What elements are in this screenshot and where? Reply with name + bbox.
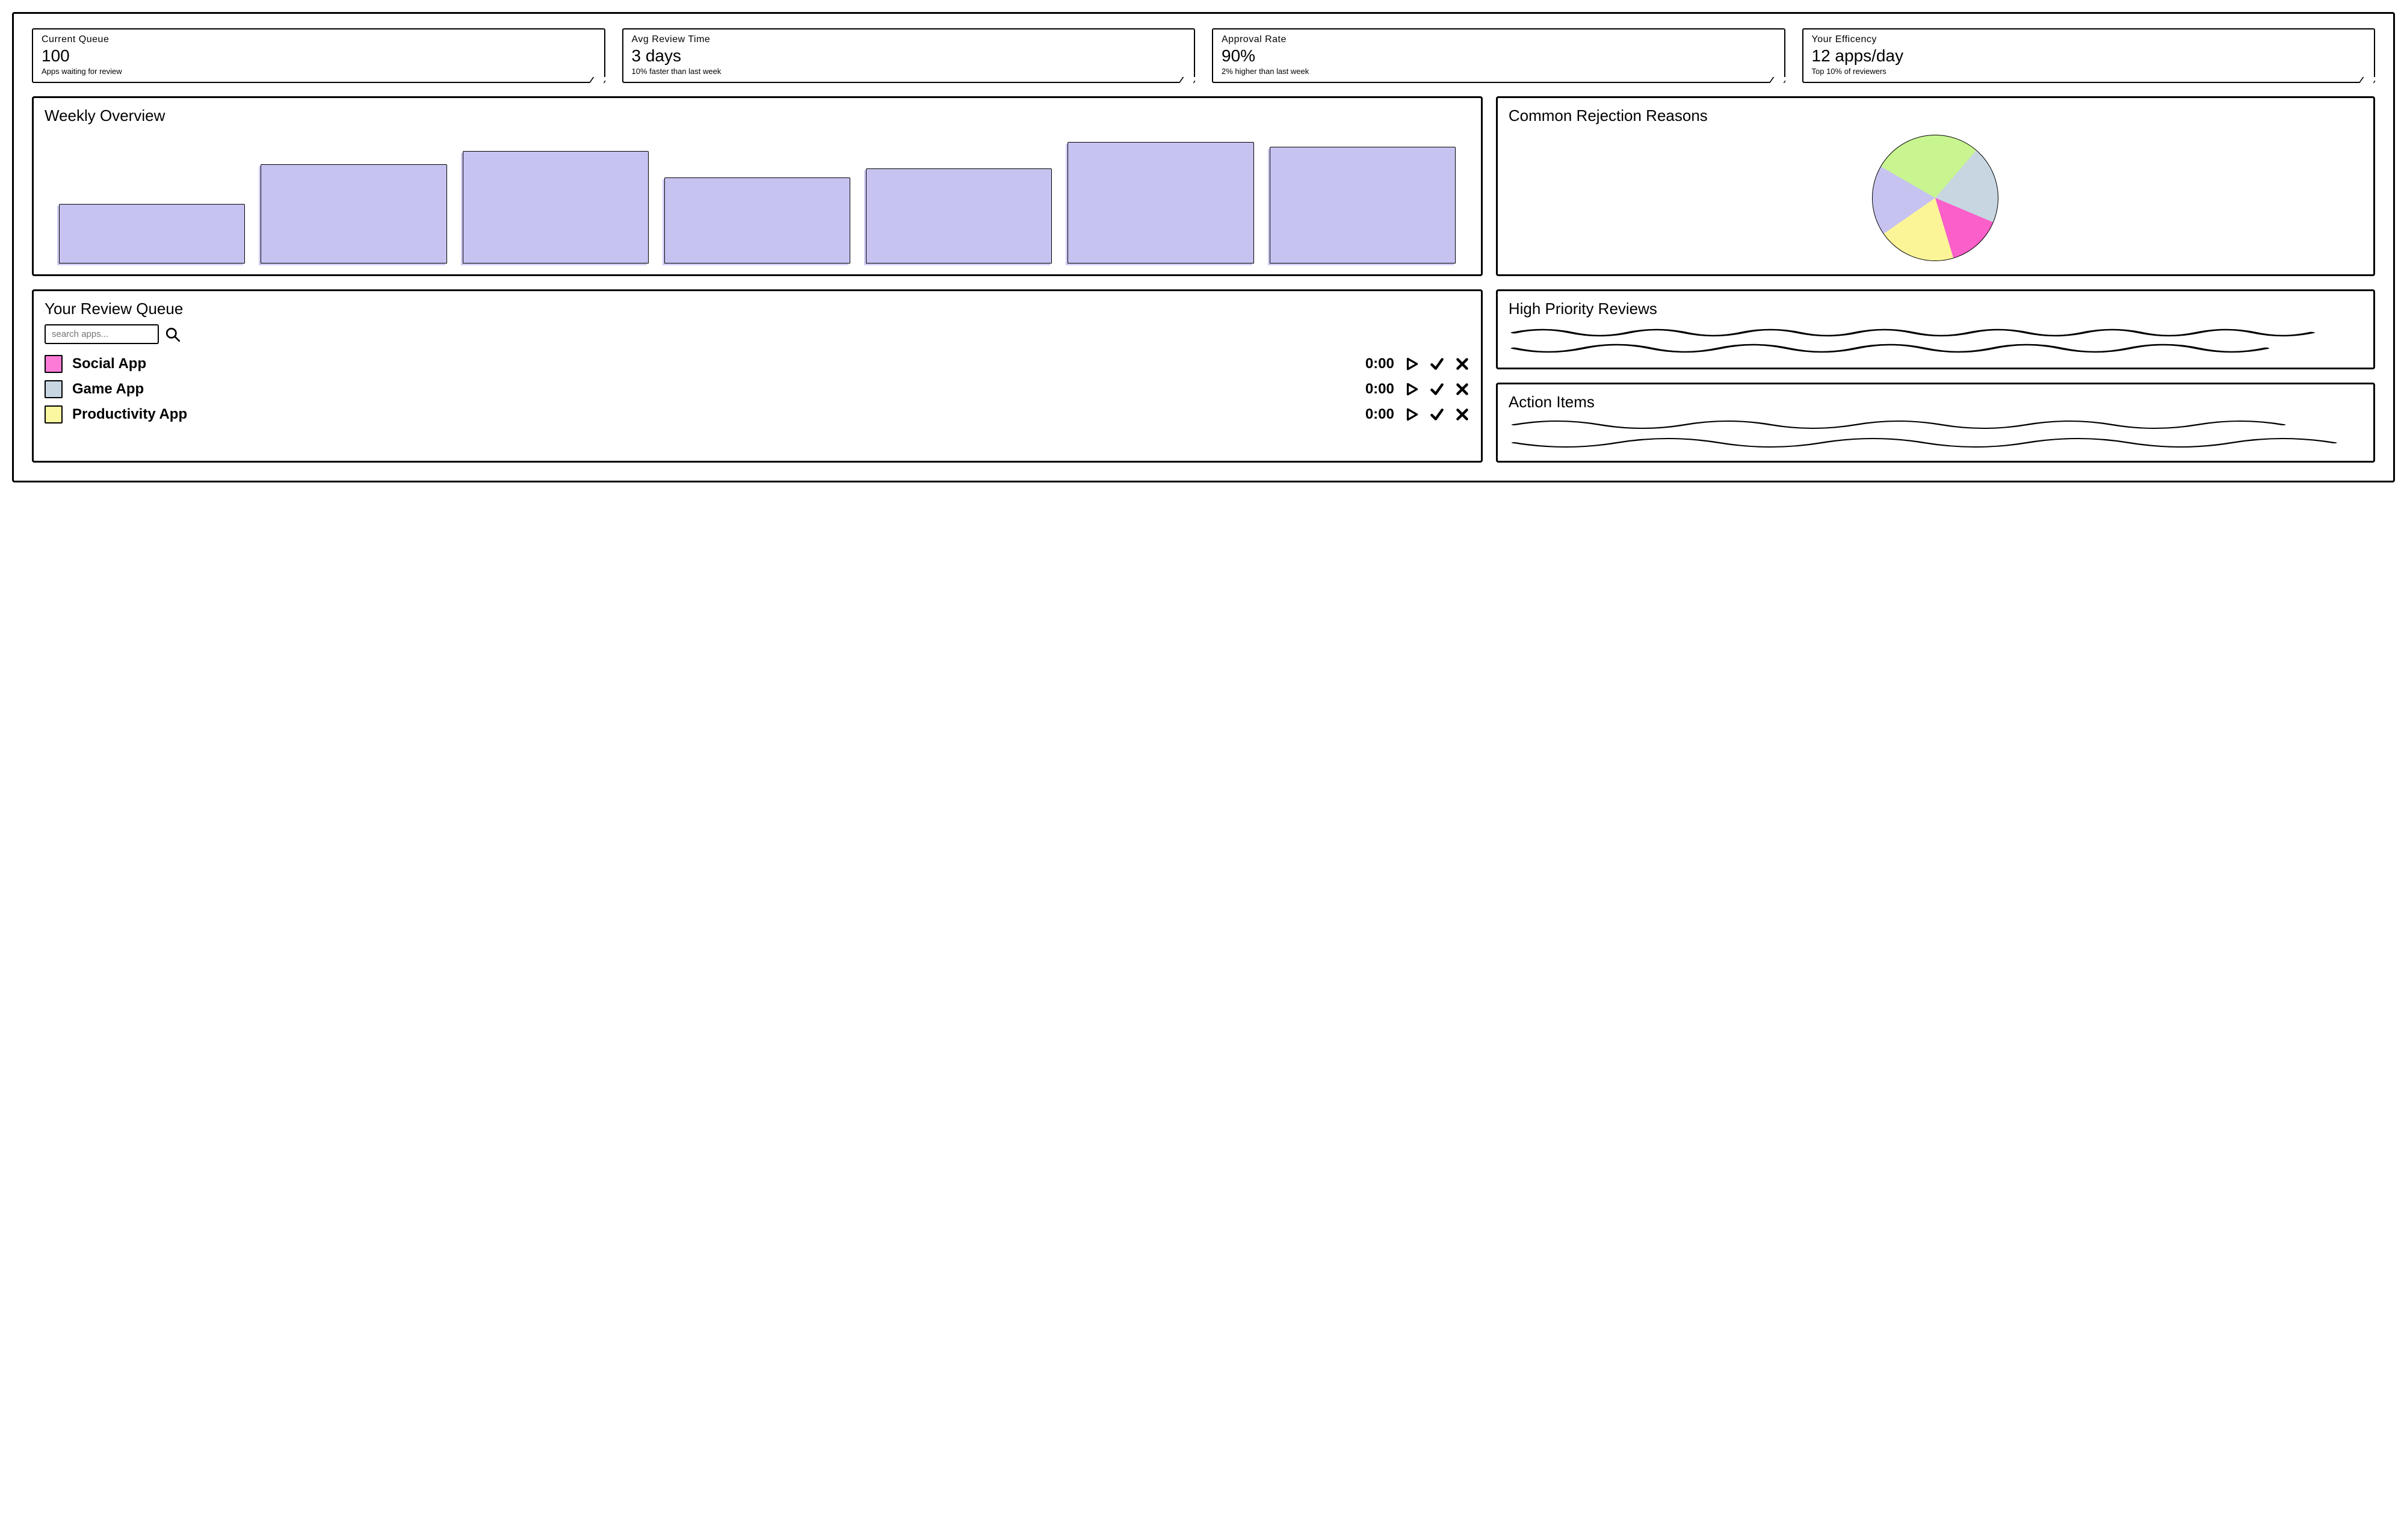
approve-icon[interactable] bbox=[1429, 407, 1445, 422]
card-title: Your Review Queue bbox=[45, 300, 1470, 318]
queue-row: Game App 0:00 bbox=[45, 380, 1470, 398]
bar bbox=[59, 131, 245, 263]
category-swatch bbox=[45, 355, 63, 373]
stat-title: Avg Review Time bbox=[632, 34, 1186, 45]
bar bbox=[664, 131, 850, 263]
bar bbox=[1270, 131, 1456, 263]
bar bbox=[261, 131, 446, 263]
queue-row: Productivity App 0:00 bbox=[45, 405, 1470, 424]
rejection-pie-chart bbox=[1872, 135, 1998, 261]
search-icon[interactable] bbox=[165, 327, 181, 342]
placeholder-line bbox=[1509, 436, 2362, 450]
card-title: High Priority Reviews bbox=[1509, 300, 2362, 318]
reject-icon[interactable] bbox=[1454, 381, 1470, 397]
stat-title: Your Efficency bbox=[1812, 34, 2366, 45]
queue-item-name: Social App bbox=[72, 356, 1343, 372]
queue-item-timer: 0:00 bbox=[1352, 381, 1394, 398]
card-title: Common Rejection Reasons bbox=[1509, 106, 2362, 125]
stat-subtext: 2% higher than last week bbox=[1222, 67, 1776, 76]
card-title: Action Items bbox=[1509, 393, 2362, 411]
stat-title: Current Queue bbox=[42, 34, 596, 45]
stat-card-efficiency: Your Efficency 12 apps/day Top 10% of re… bbox=[1802, 28, 2376, 83]
play-icon[interactable] bbox=[1404, 381, 1420, 397]
category-swatch bbox=[45, 380, 63, 398]
category-swatch bbox=[45, 405, 63, 424]
reject-icon[interactable] bbox=[1454, 356, 1470, 372]
approve-icon[interactable] bbox=[1429, 356, 1445, 372]
stat-subtext: Apps waiting for review bbox=[42, 67, 596, 76]
stat-value: 90% bbox=[1222, 46, 1776, 66]
stat-value: 100 bbox=[42, 46, 596, 66]
weekly-overview-card: Weekly Overview bbox=[32, 96, 1483, 276]
stat-card-queue: Current Queue 100 Apps waiting for revie… bbox=[32, 28, 605, 83]
stat-card-approval-rate: Approval Rate 90% 2% higher than last we… bbox=[1212, 28, 1785, 83]
queue-list: Social App 0:00 Game App 0:00 bbox=[45, 355, 1470, 424]
queue-item-timer: 0:00 bbox=[1352, 406, 1394, 423]
bar bbox=[463, 131, 649, 263]
stat-subtext: 10% faster than last week bbox=[632, 67, 1186, 76]
high-priority-card: High Priority Reviews bbox=[1496, 289, 2375, 369]
action-items-card: Action Items bbox=[1496, 383, 2375, 463]
stat-subtext: Top 10% of reviewers bbox=[1812, 67, 2366, 76]
queue-row: Social App 0:00 bbox=[45, 355, 1470, 373]
weekly-bar-chart bbox=[45, 131, 1470, 263]
reject-icon[interactable] bbox=[1454, 407, 1470, 422]
stat-value: 3 days bbox=[632, 46, 1186, 66]
placeholder-line bbox=[1509, 417, 2362, 432]
rejection-reasons-card: Common Rejection Reasons bbox=[1496, 96, 2375, 276]
bar bbox=[1068, 131, 1253, 263]
queue-item-name: Productivity App bbox=[72, 406, 1343, 423]
review-queue-card: Your Review Queue Social App 0:00 bbox=[32, 289, 1483, 463]
approve-icon[interactable] bbox=[1429, 381, 1445, 397]
placeholder-line bbox=[1509, 324, 2362, 339]
queue-item-name: Game App bbox=[72, 381, 1343, 398]
placeholder-line bbox=[1509, 342, 2362, 357]
queue-item-timer: 0:00 bbox=[1352, 356, 1394, 372]
bar bbox=[866, 131, 1052, 263]
play-icon[interactable] bbox=[1404, 407, 1420, 422]
stats-row: Current Queue 100 Apps waiting for revie… bbox=[32, 28, 2375, 83]
play-icon[interactable] bbox=[1404, 356, 1420, 372]
stat-value: 12 apps/day bbox=[1812, 46, 2366, 66]
card-title: Weekly Overview bbox=[45, 106, 1470, 125]
stat-card-review-time: Avg Review Time 3 days 10% faster than l… bbox=[622, 28, 1196, 83]
dashboard-frame: Current Queue 100 Apps waiting for revie… bbox=[12, 12, 2395, 482]
stat-title: Approval Rate bbox=[1222, 34, 1776, 45]
search-input[interactable] bbox=[45, 324, 159, 344]
